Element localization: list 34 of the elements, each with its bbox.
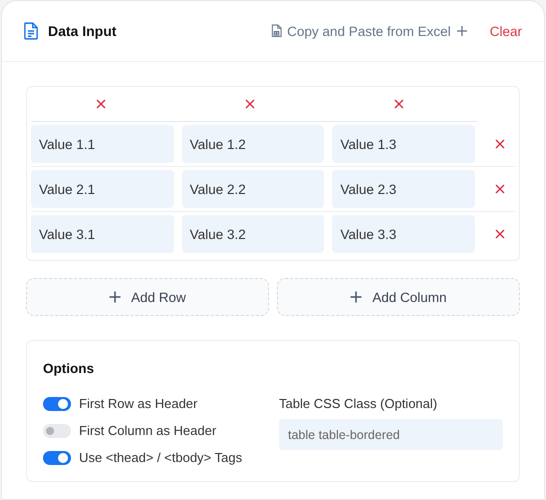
spreadsheet-file-icon bbox=[271, 24, 282, 38]
toggle-label: Use <thead> / <tbody> Tags bbox=[79, 450, 242, 465]
table-cell-field[interactable]: Value 2.2 bbox=[182, 170, 324, 208]
plus-icon bbox=[456, 25, 468, 37]
table-cell-field[interactable]: Value 3.2 bbox=[182, 215, 324, 253]
plus-icon bbox=[109, 291, 122, 303]
toggle-switch[interactable] bbox=[43, 424, 71, 438]
document-icon bbox=[24, 22, 38, 40]
close-icon[interactable] bbox=[394, 99, 404, 109]
paste-from-excel-button[interactable]: Copy and Paste from Excel bbox=[269, 22, 470, 40]
table-cell-field[interactable]: Value 2.3 bbox=[332, 170, 476, 208]
field-label: Table CSS Class (Optional) bbox=[279, 396, 438, 411]
table-cell-field[interactable]: Value 1.3 bbox=[332, 125, 476, 163]
close-icon[interactable] bbox=[495, 139, 506, 149]
add-column-button[interactable]: Add Column bbox=[277, 278, 520, 316]
close-icon[interactable] bbox=[495, 229, 506, 239]
toggle-label: First Row as Header bbox=[79, 396, 198, 411]
toggle-switch[interactable] bbox=[43, 450, 71, 464]
table-cell-field[interactable]: Value 3.3 bbox=[332, 215, 476, 253]
css-class-field[interactable]: table table-bordered bbox=[279, 419, 503, 450]
panel-title: Data Input bbox=[48, 23, 116, 39]
toggle-label: First Column as Header bbox=[79, 423, 216, 438]
close-icon[interactable] bbox=[96, 99, 106, 109]
close-icon[interactable] bbox=[245, 99, 255, 109]
table-cell-field[interactable]: Value 1.2 bbox=[182, 125, 324, 163]
options-title: Options bbox=[43, 361, 95, 376]
table-cell-field[interactable]: Value 3.1 bbox=[31, 215, 174, 253]
plus-icon bbox=[350, 291, 362, 303]
clear-button[interactable]: Clear bbox=[488, 22, 524, 40]
add-row-button[interactable]: Add Row bbox=[26, 278, 269, 316]
toggle-switch[interactable] bbox=[43, 396, 71, 410]
close-icon[interactable] bbox=[495, 184, 506, 194]
table-cell-field[interactable]: Value 1.1 bbox=[31, 125, 174, 163]
table-cell-field[interactable]: Value 2.1 bbox=[31, 170, 174, 208]
